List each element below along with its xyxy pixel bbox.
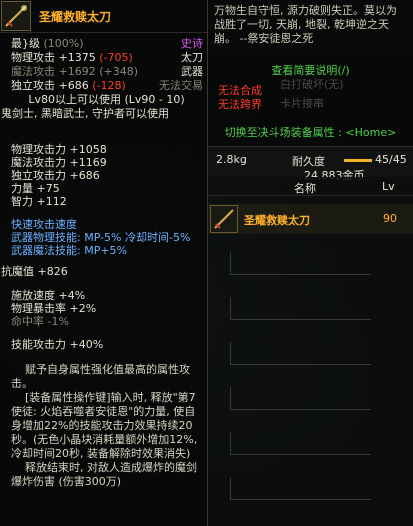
right-panel: 万物生自守恒, 源力破则失正。莫以为战胜了一切, 天崩, 地裂, 乾坤逆之天崩。… <box>208 0 413 526</box>
item-weight: 2.8kg <box>216 153 247 166</box>
phys-attack-label: 物理攻击 <box>11 51 55 64</box>
speed-stat-list: 快速攻击速度 武器物理技能: MP-5% 冷却时间-5% 武器魔法技能: MP+… <box>0 218 207 257</box>
resist-value: 抗魔值 +826 <box>1 265 68 278</box>
speed-stat-line: 武器魔法技能: MP+5% <box>11 244 127 257</box>
list-name-header[interactable]: 名称 <box>294 180 316 196</box>
bonus-stat-line: 命中率 -1% <box>11 315 69 328</box>
item-description: 赋予自身属性强化值最高的属性攻击。 [装备属性操作键]输入时, 释放"第7使徒:… <box>11 363 198 488</box>
bonus-stat-line: 物理暴击率 +2% <box>11 302 97 315</box>
phys-attack-row: 物理攻击 +1375 (-705) 太刀 <box>0 51 207 65</box>
min-level-label: 最}级 <box>11 37 40 50</box>
level-requirement: Lv80以上可以使用 (Lv90 - 10) <box>28 93 185 106</box>
bonus-stat-list: 施放速度 +4% 物理暴击率 +2% 命中率 -1% <box>0 289 207 328</box>
indep-attack-diff: (-128) <box>92 79 126 92</box>
speed-stat-line: 快速攻击速度 <box>11 218 77 231</box>
mag-attack-label: 魔法攻击 <box>11 65 55 78</box>
switch-arena-link[interactable]: 切换至决斗场装备属性 : <Home> <box>208 124 413 140</box>
phys-attack-diff: (-705) <box>99 51 133 64</box>
empty-slot[interactable] <box>230 477 371 500</box>
bonus-stat-line: 施放速度 +4% <box>11 289 86 302</box>
ghost-text: 卡片接串 <box>280 97 324 110</box>
indep-attack-label: 独立攻击 <box>11 79 55 92</box>
list-item-level: 90 <box>383 212 397 225</box>
empty-slot[interactable] <box>230 297 371 320</box>
list-item-name: 圣耀救赎太刀 <box>244 214 310 227</box>
stat-line: 智力 +112 <box>11 195 67 208</box>
class-row: 鬼剑士, 黑暗武士, 守护者可以使用 <box>0 107 207 121</box>
stat-list: 物理攻击力 +1058 魔法攻击力 +1169 独立攻击力 +686 力量 +7… <box>0 143 207 208</box>
min-level-row: 最}级 (100%) 史诗 <box>0 37 207 51</box>
view-intro-link[interactable]: 查看简要说明(/) <box>208 62 413 78</box>
cannot-cross-label: 无法跨界 <box>218 98 262 111</box>
katana-icon <box>210 205 238 233</box>
stat-line: 物理攻击力 +1058 <box>11 143 107 156</box>
stat-line: 魔法攻击力 +1169 <box>11 156 107 169</box>
mag-attack-diff: (+348) <box>99 65 139 78</box>
weapon-type: 太刀 <box>181 51 203 64</box>
item-name: 圣耀救赎太刀 <box>39 9 112 24</box>
list-lv-header[interactable]: Lv <box>382 180 395 193</box>
item-info-bar: 2.8kg 耐久度 45/45 24,883金币 <box>208 146 413 182</box>
durability-fill <box>344 159 372 162</box>
durability-bar <box>344 159 372 162</box>
ghost-text: 白打破坏(无) <box>280 78 344 91</box>
mag-attack-value: +1692 <box>58 65 96 78</box>
list-header: 名称 Lv <box>208 177 413 196</box>
stat-line: 力量 +75 <box>11 182 60 195</box>
list-item[interactable]: 圣耀救赎太刀 90 <box>208 204 413 234</box>
level-req-row: Lv80以上可以使用 (Lv90 - 10) <box>0 93 207 107</box>
phys-attack-value: +1375 <box>58 51 96 64</box>
durability-value: 45/45 <box>375 153 407 166</box>
katana-icon <box>1 1 31 31</box>
item-detail-pane: 白打破坏(无) 卡片接串 查看简要说明(/) 无法合成 无法跨界 切换至决斗场装… <box>208 58 413 146</box>
empty-slot[interactable] <box>230 252 371 275</box>
mag-attack-row: 魔法攻击 +1692 (+348) 武器 <box>0 65 207 79</box>
stat-line: 独立攻击力 +686 <box>11 169 100 182</box>
item-tooltip: 圣耀救赎太刀 最}级 (100%) 史诗 物理攻击 +1375 (-705) 太… <box>0 0 208 526</box>
tooltip-header: 圣耀救赎太刀 <box>0 0 207 33</box>
skill-attack: 技能攻击力 +40% <box>11 338 104 351</box>
slot-type: 武器 <box>181 65 203 78</box>
item-list: 名称 Lv 圣耀救赎太刀 90 <box>208 177 413 526</box>
indep-attack-value: +686 <box>58 79 89 92</box>
empty-slot[interactable] <box>230 387 371 410</box>
empty-slot[interactable] <box>230 432 371 455</box>
item-motto: 万物生自守恒, 源力破则失正。莫以为战胜了一切, 天崩, 地裂, 乾坤逆之天崩。… <box>208 0 413 58</box>
empty-slot[interactable] <box>230 342 371 365</box>
speed-stat-line: 武器物理技能: MP-5% 冷却时间-5% <box>11 231 191 244</box>
min-level-pct: (100%) <box>43 37 84 50</box>
indep-attack-row: 独立攻击 +686 (-128) 无法交易 <box>0 79 207 93</box>
trade-status: 无法交易 <box>159 79 203 92</box>
rarity-label: 史诗 <box>181 37 203 50</box>
class-requirement: 鬼剑士, 黑暗武士, 守护者可以使用 <box>1 107 169 120</box>
